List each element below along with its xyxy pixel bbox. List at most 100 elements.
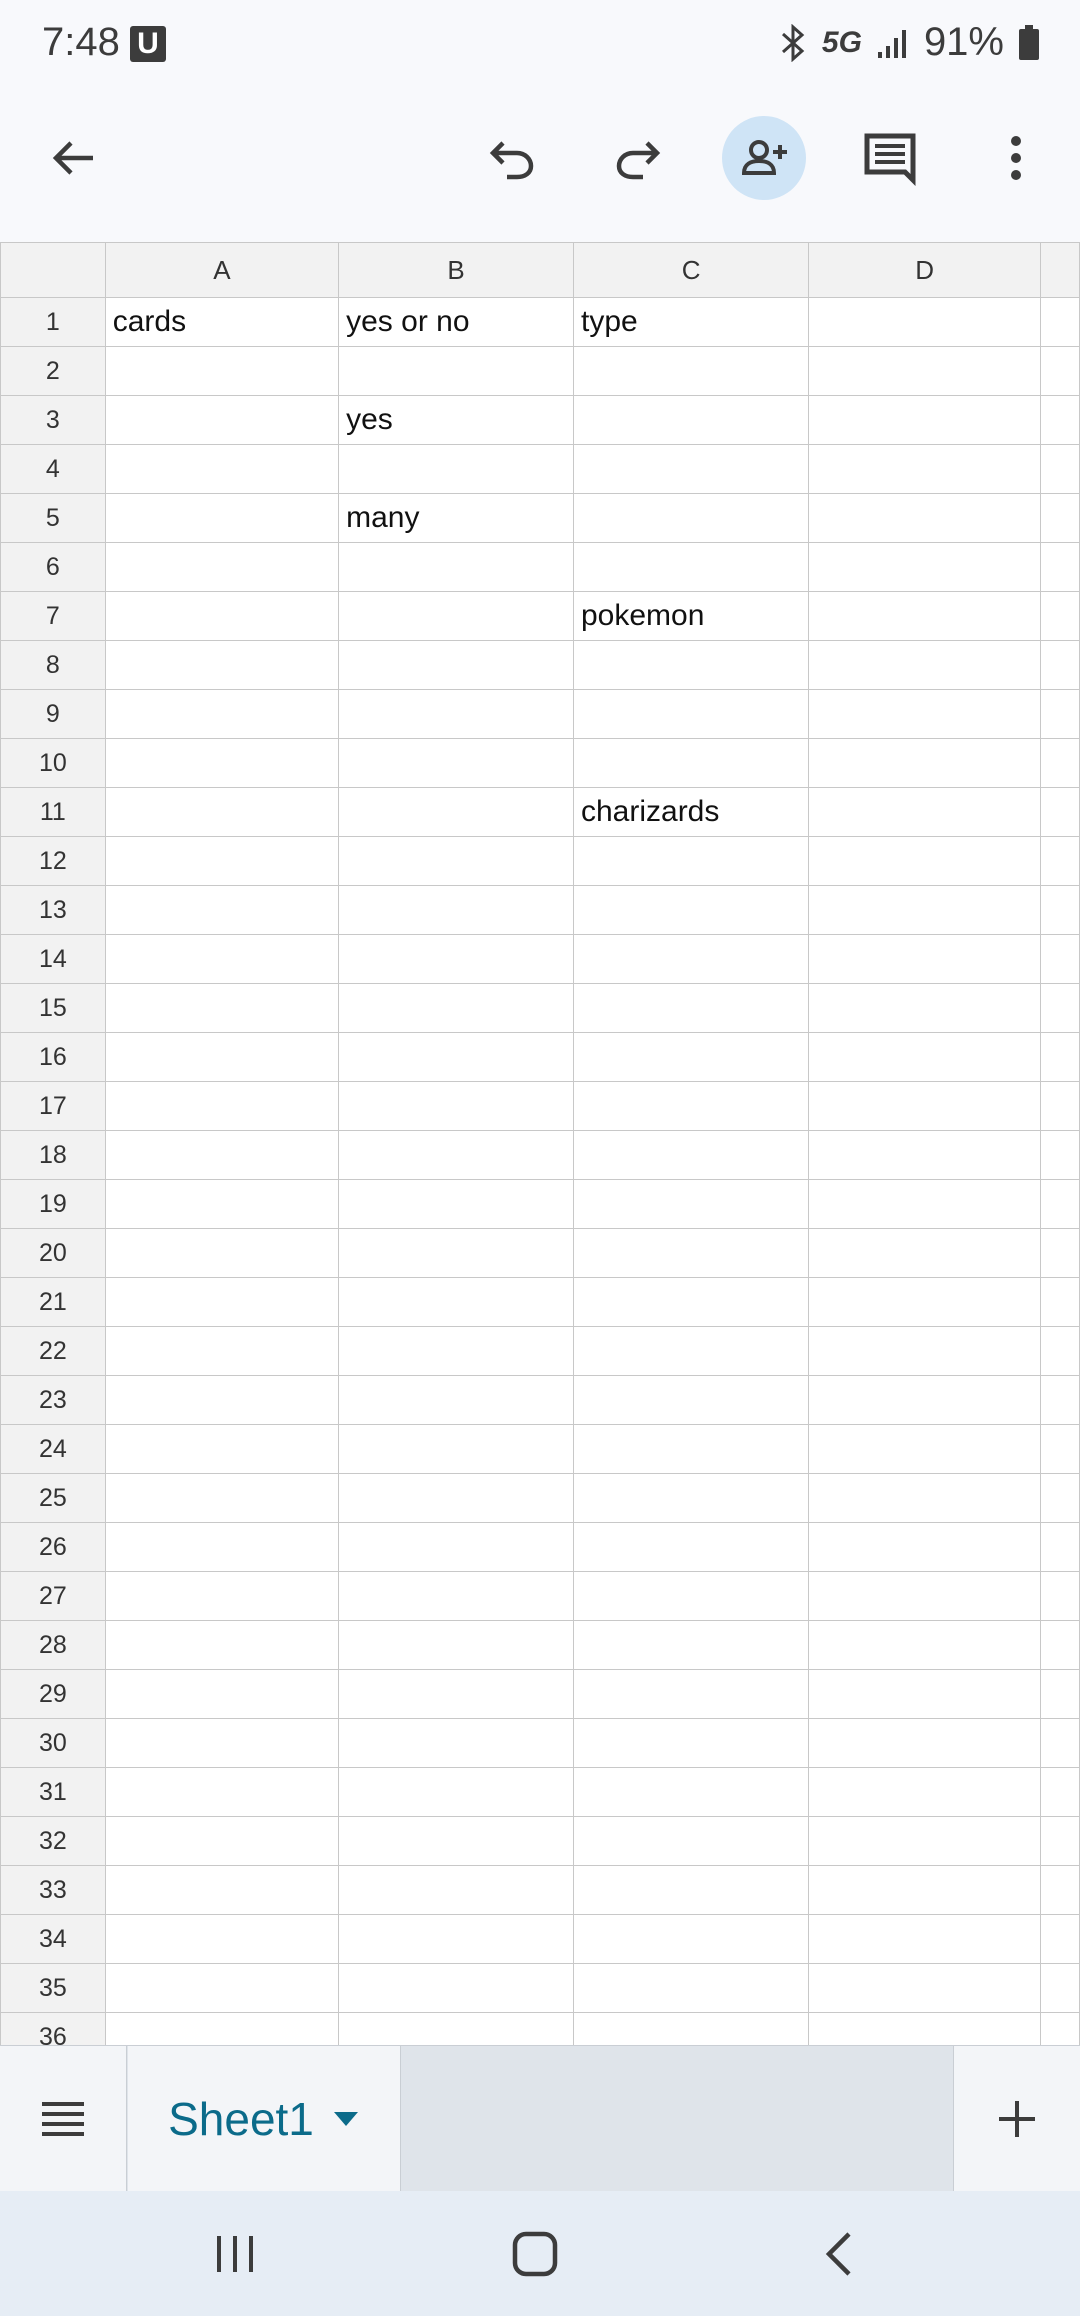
cell-a3[interactable]: [104, 395, 340, 445]
cell-c21[interactable]: [572, 1277, 810, 1327]
cell-a6[interactable]: [104, 542, 340, 592]
cell-e2[interactable]: [1039, 346, 1080, 396]
cell-a21[interactable]: [104, 1277, 340, 1327]
cell-e19[interactable]: [1039, 1179, 1080, 1229]
cell-e26[interactable]: [1039, 1522, 1080, 1572]
cell-e11[interactable]: [1039, 787, 1080, 837]
row-header[interactable]: 5: [0, 493, 106, 543]
cell-d24[interactable]: [808, 1424, 1041, 1474]
cell-b12[interactable]: [338, 836, 574, 886]
cell-b27[interactable]: [338, 1571, 574, 1621]
cell-d5[interactable]: [808, 493, 1041, 543]
share-button[interactable]: [722, 116, 806, 200]
cell-a5[interactable]: [104, 493, 340, 543]
cell-a31[interactable]: [104, 1767, 340, 1817]
cell-e20[interactable]: [1039, 1228, 1080, 1278]
cell-c20[interactable]: [572, 1228, 810, 1278]
cell-a27[interactable]: [104, 1571, 340, 1621]
cell-a34[interactable]: [104, 1914, 340, 1964]
cell-b32[interactable]: [338, 1816, 574, 1866]
cell-e4[interactable]: [1039, 444, 1080, 494]
cell-e12[interactable]: [1039, 836, 1080, 886]
cell-b7[interactable]: [338, 591, 574, 641]
cell-b18[interactable]: [338, 1130, 574, 1180]
cell-e32[interactable]: [1039, 1816, 1080, 1866]
cell-a4[interactable]: [104, 444, 340, 494]
cell-c36[interactable]: [572, 2012, 810, 2045]
cell-a12[interactable]: [104, 836, 340, 886]
row-header[interactable]: 14: [0, 934, 106, 984]
cell-b22[interactable]: [338, 1326, 574, 1376]
cell-a35[interactable]: [104, 1963, 340, 2013]
cell-b17[interactable]: [338, 1081, 574, 1131]
back-button[interactable]: [32, 116, 116, 200]
cell-c13[interactable]: [572, 885, 810, 935]
cell-a24[interactable]: [104, 1424, 340, 1474]
cell-d34[interactable]: [808, 1914, 1041, 1964]
cell-c30[interactable]: [572, 1718, 810, 1768]
caret-down-icon[interactable]: [332, 2110, 360, 2128]
row-header[interactable]: 30: [0, 1718, 106, 1768]
cell-a10[interactable]: [104, 738, 340, 788]
cell-b5[interactable]: many: [338, 493, 574, 543]
cell-c28[interactable]: [572, 1620, 810, 1670]
cell-c8[interactable]: [572, 640, 810, 690]
cell-d25[interactable]: [808, 1473, 1041, 1523]
cell-c32[interactable]: [572, 1816, 810, 1866]
cell-e29[interactable]: [1039, 1669, 1080, 1719]
cell-a25[interactable]: [104, 1473, 340, 1523]
cell-c29[interactable]: [572, 1669, 810, 1719]
cell-d20[interactable]: [808, 1228, 1041, 1278]
cell-e8[interactable]: [1039, 640, 1080, 690]
cell-e7[interactable]: [1039, 591, 1080, 641]
cell-a11[interactable]: [104, 787, 340, 837]
cell-e17[interactable]: [1039, 1081, 1080, 1131]
cell-c16[interactable]: [572, 1032, 810, 1082]
cell-e34[interactable]: [1039, 1914, 1080, 1964]
cell-a36[interactable]: [104, 2012, 340, 2045]
row-header[interactable]: 32: [0, 1816, 106, 1866]
column-header-b[interactable]: B: [338, 242, 574, 298]
cell-c26[interactable]: [572, 1522, 810, 1572]
cell-c24[interactable]: [572, 1424, 810, 1474]
cell-e9[interactable]: [1039, 689, 1080, 739]
row-header[interactable]: 13: [0, 885, 106, 935]
row-header[interactable]: 22: [0, 1326, 106, 1376]
cell-d30[interactable]: [808, 1718, 1041, 1768]
cell-b11[interactable]: [338, 787, 574, 837]
add-sheet-button[interactable]: [953, 2046, 1080, 2192]
cell-d33[interactable]: [808, 1865, 1041, 1915]
cell-c25[interactable]: [572, 1473, 810, 1523]
cell-e35[interactable]: [1039, 1963, 1080, 2013]
more-options-button[interactable]: [974, 116, 1058, 200]
cell-c3[interactable]: [572, 395, 810, 445]
cell-e5[interactable]: [1039, 493, 1080, 543]
cell-a15[interactable]: [104, 983, 340, 1033]
row-header[interactable]: 18: [0, 1130, 106, 1180]
cell-c9[interactable]: [572, 689, 810, 739]
cell-d36[interactable]: [808, 2012, 1041, 2045]
row-header[interactable]: 8: [0, 640, 106, 690]
row-header[interactable]: 36: [0, 2012, 106, 2045]
cell-b24[interactable]: [338, 1424, 574, 1474]
cell-d8[interactable]: [808, 640, 1041, 690]
cell-c34[interactable]: [572, 1914, 810, 1964]
cell-e13[interactable]: [1039, 885, 1080, 935]
cell-b6[interactable]: [338, 542, 574, 592]
row-header[interactable]: 6: [0, 542, 106, 592]
cell-a20[interactable]: [104, 1228, 340, 1278]
cell-c11[interactable]: charizards: [572, 787, 810, 837]
cell-d18[interactable]: [808, 1130, 1041, 1180]
cell-e3[interactable]: [1039, 395, 1080, 445]
cell-d26[interactable]: [808, 1522, 1041, 1572]
row-header[interactable]: 12: [0, 836, 106, 886]
cell-a23[interactable]: [104, 1375, 340, 1425]
row-header[interactable]: 11: [0, 787, 106, 837]
cell-d19[interactable]: [808, 1179, 1041, 1229]
cell-e23[interactable]: [1039, 1375, 1080, 1425]
undo-button[interactable]: [470, 116, 554, 200]
cell-b33[interactable]: [338, 1865, 574, 1915]
row-header[interactable]: 21: [0, 1277, 106, 1327]
recents-button[interactable]: [200, 2219, 270, 2289]
cell-d13[interactable]: [808, 885, 1041, 935]
